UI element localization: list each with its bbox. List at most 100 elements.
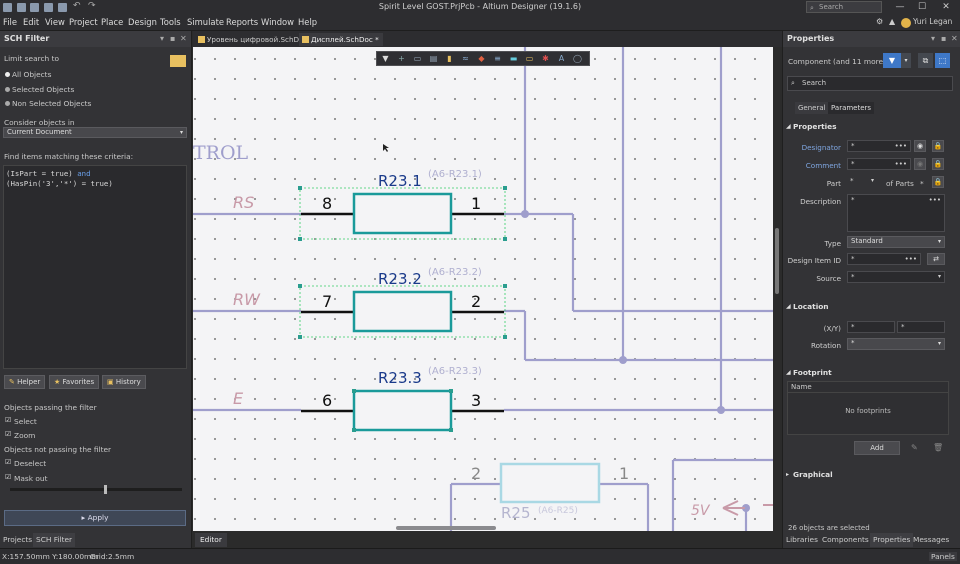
properties-search[interactable]: ⌕ Search [787,76,953,91]
bus-icon[interactable]: ≡ [493,55,502,63]
horizontal-scroll-thumb[interactable] [396,526,496,530]
section-graphical[interactable]: ▸ Graphical [783,468,960,481]
section-properties[interactable]: ◢ Properties [783,120,960,133]
tab-components[interactable]: Components [819,533,872,547]
tab-properties[interactable]: Properties [870,533,914,547]
menu-help[interactable]: Help [298,17,317,27]
rotation-dropdown[interactable]: * ▾ [847,338,945,350]
comment-field[interactable]: * ••• [847,158,911,170]
lock-icon[interactable]: 🔒 [932,176,944,188]
dock-icon[interactable]: ▪ [170,31,175,47]
horizontal-scrollbar[interactable] [193,524,773,531]
add-footprint-button[interactable]: Add [854,441,900,455]
checkbox-maskout[interactable]: ☑ [5,473,11,481]
menu-place[interactable]: Place [101,17,123,27]
schematic-canvas[interactable]: R23.1 (A6-R23.1) 8 1 R23.2 (A6-R23.2) 7 2 R23.3 (… [193,47,773,531]
edit-icon[interactable]: ✎ [911,443,918,452]
consider-dropdown[interactable]: Current Document ▾ [3,127,187,138]
eye-off-icon[interactable]: ◉ [914,158,926,170]
pin-icon[interactable]: ▾ [160,31,164,47]
notifications-icon[interactable]: ▲ [889,17,895,26]
checkbox-zoom-label[interactable]: Zoom [14,431,35,440]
menu-simulate[interactable]: Simulate [187,17,224,27]
radio-selected-label[interactable]: Selected Objects [12,85,74,94]
radio-all[interactable] [5,72,10,77]
select-mode-icon[interactable]: ⧉ [918,53,933,68]
section-location[interactable]: ◢ Location [783,300,960,313]
checkbox-maskout-label[interactable]: Mask out [14,474,48,483]
close-icon[interactable]: ✕ [951,31,958,47]
lock-icon[interactable]: 🔒 [932,158,944,170]
tab-parameters[interactable]: Parameters [828,102,875,114]
description-field[interactable]: * ••• [847,194,945,232]
tab-doc-level[interactable]: Уровень цифровой.SchDoc [195,33,311,46]
align-icon[interactable]: ▤ [429,55,438,63]
select-rect-icon[interactable]: ▭ [413,55,422,63]
section-footprint[interactable]: ◢ Footprint [783,366,960,379]
schematic-drawing[interactable]: R23.1 (A6-R23.1) 8 1 R23.2 (A6-R23.2) 7 2 R23.3 (… [193,47,773,531]
harness-icon[interactable]: ▬ [509,55,518,63]
source-field[interactable]: * ▾ [847,271,945,283]
menu-reports[interactable]: Reports [226,17,258,27]
maximize-button[interactable]: ☐ [912,1,932,13]
close-button[interactable]: ✕ [936,1,956,13]
avatar[interactable] [901,18,911,28]
favorites-button[interactable]: ★ Favorites [49,375,100,389]
mask-level-slider[interactable] [10,485,182,494]
slider-handle[interactable] [104,485,107,494]
radio-nonselected-label[interactable]: Non Selected Objects [12,99,91,108]
minimize-button[interactable]: — [890,1,910,13]
menu-project[interactable]: Project [69,17,98,27]
vertical-scroll-thumb[interactable] [775,228,779,294]
checkbox-deselect-label[interactable]: Deselect [14,459,46,468]
y-field[interactable]: * [897,321,945,333]
filter-dropdown-icon[interactable]: ▾ [901,53,911,68]
menu-file[interactable]: File [3,17,17,27]
pick-icon[interactable]: ⬚ [935,53,950,68]
menu-edit[interactable]: Edit [23,17,39,27]
power-icon[interactable]: ◆ [477,55,486,63]
move-icon[interactable]: + [397,55,406,63]
part-icon[interactable]: ▮ [445,55,454,63]
tab-projects[interactable]: Projects [0,533,35,547]
favorites-folder-icon[interactable] [170,55,186,67]
history-button[interactable]: ▣ History [102,375,146,389]
designator-field[interactable]: * ••• [847,140,911,152]
helper-button[interactable]: ✎ Helper [4,375,46,389]
query-editor[interactable]: (IsPart = true) and (HasPin('3','*') = t… [3,165,187,369]
wire-icon[interactable]: ≈ [461,55,470,63]
filter-icon[interactable]: ▼ [381,55,390,63]
checkbox-zoom[interactable]: ☑ [5,430,11,438]
apply-button[interactable]: ▸ Apply [4,510,186,526]
swap-icon[interactable]: ⇄ [927,253,945,265]
menu-window[interactable]: Window [261,17,294,27]
directive-icon[interactable]: ✱ [541,55,550,63]
tab-libraries[interactable]: Libraries [783,533,821,547]
vertical-scrollbar[interactable] [773,47,782,531]
tab-messages[interactable]: Messages [910,533,952,547]
radio-all-label[interactable]: All Objects [12,70,51,79]
radio-nonselected[interactable] [5,101,10,106]
lock-icon[interactable]: 🔒 [932,140,944,152]
shape-icon[interactable]: ◯ [573,55,582,63]
checkbox-select-label[interactable]: Select [14,417,37,426]
user-name[interactable]: Yuri Legan [913,17,952,26]
x-field[interactable]: * [847,321,895,333]
global-search[interactable]: ⌕ Search [806,1,882,13]
filter-button[interactable]: ▼ [883,53,901,68]
tab-doc-display[interactable]: Дисплей.SchDoc * [299,33,383,46]
part-field[interactable]: * ▾ [847,176,877,188]
menu-tools[interactable]: Tools [160,17,181,27]
gear-icon[interactable]: ⚙ [876,17,883,26]
text-icon[interactable]: A [557,55,566,63]
checkbox-deselect[interactable]: ☑ [5,458,11,466]
trash-icon[interactable]: 🗑 [933,443,943,452]
dock-icon[interactable]: ▪ [941,31,946,47]
eye-icon[interactable]: ◉ [914,140,926,152]
tab-general[interactable]: General [795,102,829,114]
design-item-field[interactable]: * ••• [847,253,921,265]
menu-view[interactable]: View [45,17,65,27]
tab-editor[interactable]: Editor [195,533,227,547]
pin-icon[interactable]: ▾ [931,31,935,47]
close-icon[interactable]: ✕ [180,31,187,47]
